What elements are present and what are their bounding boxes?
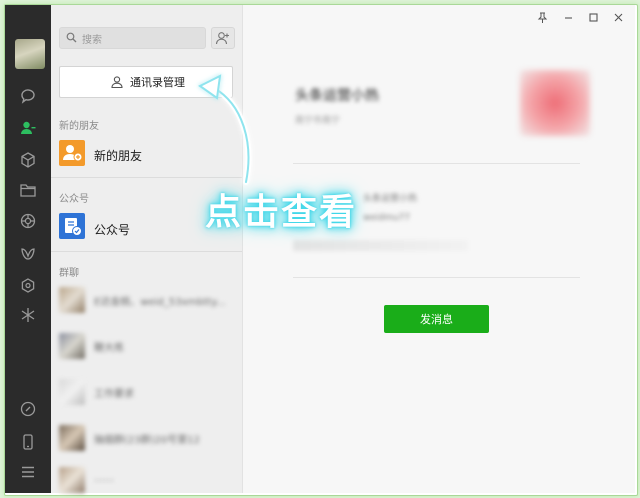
group-list-item[interactable]: 抽烟群(23群)20号第12: [59, 425, 235, 453]
phone-icon[interactable]: [19, 433, 37, 451]
profile-subtitle: 南宁市南宁: [295, 116, 341, 126]
minimize-icon[interactable]: [563, 12, 574, 26]
group-list-item[interactable]: E达金桃、weid_53xmbtty...: [59, 287, 235, 315]
groups-header: 群聊: [59, 268, 79, 279]
send-message-button[interactable]: 发消息: [384, 305, 489, 333]
close-icon[interactable]: [613, 12, 624, 26]
search-placeholder: 搜索: [82, 35, 102, 46]
divider: [51, 251, 242, 252]
group-name: E达金桃、weid_53xmbtty...: [94, 297, 226, 308]
official-accounts-item[interactable]: 公众号: [94, 221, 130, 238]
group-name: 鞭大练: [94, 343, 124, 354]
group-name: 抽烟群(23群)20号第12: [94, 435, 200, 446]
contacts-manage-icon: [111, 76, 123, 89]
group-list-item[interactable]: ……: [59, 467, 235, 495]
info-redacted: [293, 240, 468, 251]
group-avatar: [59, 333, 85, 359]
group-avatar: [59, 379, 85, 405]
divider: [293, 163, 580, 164]
star-icon[interactable]: [19, 306, 37, 324]
annotation-text: 点击查看: [205, 192, 358, 233]
folder-icon[interactable]: [19, 181, 37, 199]
nav-rail: [5, 5, 51, 493]
info-line: weidmu77: [363, 213, 411, 223]
chat-icon[interactable]: [19, 87, 37, 105]
profile-avatar: [520, 70, 590, 136]
group-name: ……: [94, 473, 114, 484]
user-avatar[interactable]: [15, 39, 45, 69]
favorites-cube-icon[interactable]: [19, 151, 37, 169]
search-input[interactable]: 搜索: [59, 27, 206, 49]
profile-name: 头条运营小热: [295, 88, 379, 104]
moments-icon[interactable]: [19, 212, 37, 230]
official-accounts-header: 公众号: [59, 194, 89, 205]
new-friends-header: 新的朋友: [59, 121, 99, 132]
add-contact-button[interactable]: [211, 27, 235, 49]
group-avatar: [59, 467, 85, 493]
mini-program-icon[interactable]: [19, 277, 37, 295]
search-icon: [66, 32, 77, 43]
divider: [293, 277, 580, 278]
menu-icon[interactable]: [19, 463, 37, 481]
contacts-icon[interactable]: [19, 119, 37, 137]
group-list-item[interactable]: 工作要求: [59, 379, 235, 407]
new-friends-item[interactable]: 新的朋友: [94, 147, 142, 164]
contacts-manage-label: 通讯录管理: [130, 76, 185, 89]
link-icon[interactable]: [19, 400, 37, 418]
info-line: 头条运营小热: [363, 194, 418, 204]
contact-detail-panel: 头条运营小热 南宁市南宁 头条运营小热 weidmu77 发消息: [243, 5, 635, 493]
group-avatar: [59, 287, 85, 313]
add-user-icon: [215, 32, 229, 45]
channels-icon[interactable]: [19, 245, 37, 263]
maximize-icon[interactable]: [588, 12, 599, 26]
new-friends-icon[interactable]: [59, 140, 85, 166]
official-accounts-icon[interactable]: [59, 213, 85, 239]
group-name: 工作要求: [94, 389, 134, 400]
group-list-item[interactable]: 鞭大练: [59, 333, 235, 361]
pin-icon[interactable]: [537, 12, 548, 26]
group-avatar: [59, 425, 85, 451]
